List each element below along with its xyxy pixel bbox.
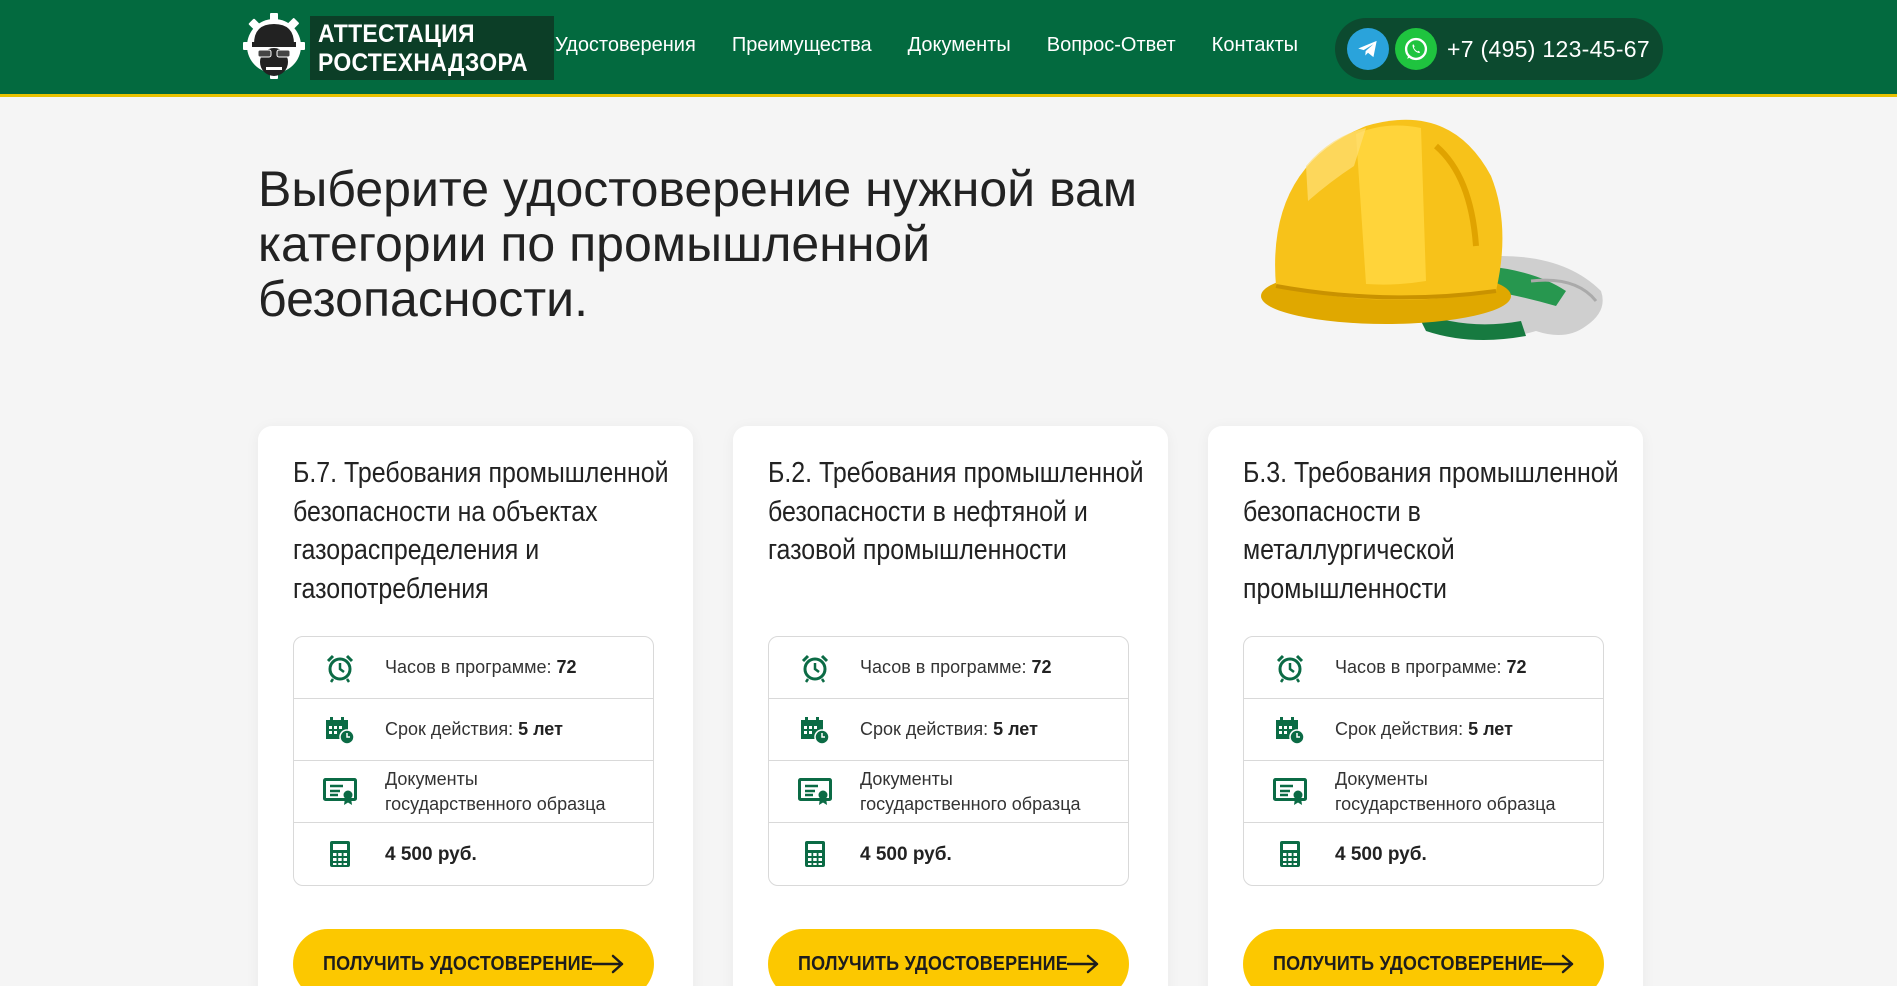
alarm-clock-icon [1244, 653, 1335, 683]
docs-line-1: Документы [860, 768, 953, 789]
validity-label: Срок действия: [385, 719, 514, 739]
button-label: ПОЛУЧИТЬ УДОСТОВЕРЕНИЕ [1273, 952, 1543, 975]
validity-label: Срок действия: [860, 719, 989, 739]
certificate-icon [1244, 777, 1335, 806]
feature-hours: Часов в программе: 72 [294, 637, 653, 699]
feature-price: 4 500 руб. [294, 823, 653, 885]
phone-link[interactable]: +7 (495) 123-45-67 [1447, 36, 1650, 63]
nav-item-contacts[interactable]: Контакты [1212, 34, 1298, 57]
arrow-right-icon [591, 954, 624, 974]
certificate-card-b3: Б.3. Требования промышленной безопасност… [1208, 426, 1643, 986]
get-certificate-button[interactable]: ПОЛУЧИТЬ УДОСТОВЕРЕНИЕ [1243, 929, 1604, 986]
site-logo[interactable]: АТТЕСТАЦИЯ РОСТЕХНАДЗОРА [242, 10, 555, 85]
feature-docs: Документы государственного образца [1244, 761, 1603, 823]
calendar-clock-icon [769, 715, 860, 745]
nav-item-documents[interactable]: Документы [908, 34, 1011, 57]
arrow-right-icon [1066, 954, 1099, 974]
certificate-card-b2: Б.2. Требования промышленной безопасност… [733, 426, 1168, 986]
card-title: Б.3. Требования промышленной безопасност… [1243, 457, 1619, 605]
page-title: Выберите удостоверение нужной вам катего… [258, 161, 1138, 327]
card-features: Часов в программе: 72 Срок действия: 5 л… [768, 636, 1129, 886]
logo-line-2: РОСТЕХНАДЗОРА [318, 48, 528, 77]
validity-value: 5 лет [518, 719, 563, 739]
feature-docs: Документы государственного образца [294, 761, 653, 823]
whatsapp-icon[interactable] [1395, 28, 1437, 70]
feature-price: 4 500 руб. [1244, 823, 1603, 885]
docs-line-2: государственного образца [1335, 793, 1556, 814]
card-title: Б.2. Требования промышленной безопасност… [768, 457, 1144, 566]
certificate-icon [769, 777, 860, 806]
card-features: Часов в программе: 72 Срок действия: 5 л… [1243, 636, 1604, 886]
price-value: 4 500 руб. [385, 843, 477, 865]
hours-label: Часов в программе: [860, 657, 1027, 677]
feature-hours: Часов в программе: 72 [769, 637, 1128, 699]
card-title: Б.7. Требования промышленной безопасност… [293, 457, 669, 605]
nav-item-advantages[interactable]: Преимущества [732, 34, 872, 57]
hours-value: 72 [1506, 657, 1527, 677]
arrow-right-icon [1541, 954, 1574, 974]
telegram-icon[interactable] [1347, 28, 1389, 70]
docs-line-1: Документы [385, 768, 478, 789]
calculator-icon [294, 840, 385, 868]
validity-value: 5 лет [1468, 719, 1513, 739]
price-value: 4 500 руб. [860, 843, 952, 865]
calculator-icon [1244, 840, 1335, 868]
price-value: 4 500 руб. [1335, 843, 1427, 865]
feature-price: 4 500 руб. [769, 823, 1128, 885]
logo-text: АТТЕСТАЦИЯ РОСТЕХНАДЗОРА [310, 15, 555, 80]
button-label: ПОЛУЧИТЬ УДОСТОВЕРЕНИЕ [323, 952, 593, 975]
hours-value: 72 [556, 657, 577, 677]
certificate-card-b7: Б.7. Требования промышленной безопасност… [258, 426, 693, 986]
validity-value: 5 лет [993, 719, 1038, 739]
logo-line-1: АТТЕСТАЦИЯ [318, 19, 475, 48]
hours-label: Часов в программе: [385, 657, 552, 677]
button-label: ПОЛУЧИТЬ УДОСТОВЕРЕНИЕ [798, 952, 1068, 975]
docs-line-2: государственного образца [860, 793, 1081, 814]
feature-validity: Срок действия: 5 лет [1244, 699, 1603, 761]
certificate-icon [294, 777, 385, 806]
feature-hours: Часов в программе: 72 [1244, 637, 1603, 699]
feature-docs: Документы государственного образца [769, 761, 1128, 823]
card-features: Часов в программе: 72 Срок действия: 5 л… [293, 636, 654, 886]
calendar-clock-icon [294, 715, 385, 745]
get-certificate-button[interactable]: ПОЛУЧИТЬ УДОСТОВЕРЕНИЕ [293, 929, 654, 986]
alarm-clock-icon [294, 653, 385, 683]
hard-hat-gloves-image [1261, 119, 1603, 340]
get-certificate-button[interactable]: ПОЛУЧИТЬ УДОСТОВЕРЕНИЕ [768, 929, 1129, 986]
hours-value: 72 [1031, 657, 1052, 677]
contact-pill: +7 (495) 123-45-67 [1335, 18, 1663, 80]
docs-line-2: государственного образца [385, 793, 606, 814]
nav-item-certificates[interactable]: Удостоверения [555, 34, 696, 57]
feature-validity: Срок действия: 5 лет [294, 699, 653, 761]
alarm-clock-icon [769, 653, 860, 683]
calendar-clock-icon [1244, 715, 1335, 745]
calculator-icon [769, 840, 860, 868]
feature-validity: Срок действия: 5 лет [769, 699, 1128, 761]
logo-engineer-icon [243, 13, 305, 79]
hours-label: Часов в программе: [1335, 657, 1502, 677]
nav-item-faq[interactable]: Вопрос-Ответ [1047, 34, 1176, 57]
validity-label: Срок действия: [1335, 719, 1464, 739]
main-nav: Удостоверения Преимущества Документы Воп… [555, 34, 1334, 57]
site-header: АТТЕСТАЦИЯ РОСТЕХНАДЗОРА Удостоверения П… [0, 0, 1897, 97]
docs-line-1: Документы [1335, 768, 1428, 789]
